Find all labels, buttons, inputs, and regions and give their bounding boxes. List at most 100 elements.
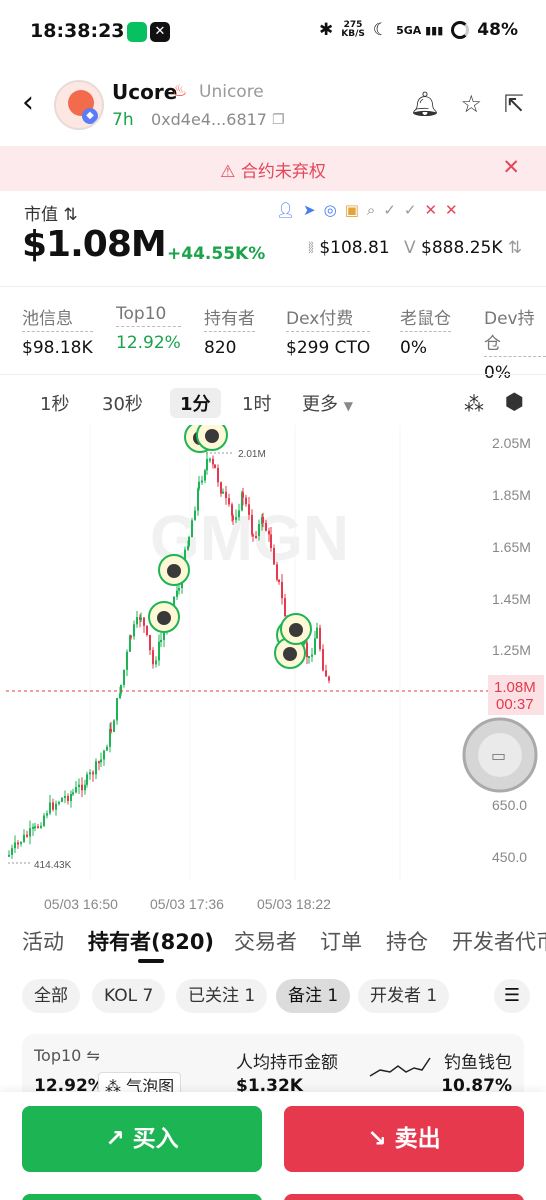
stat-rat-warehouse[interactable]: 老鼠仓 0% <box>400 304 451 358</box>
candle <box>100 759 102 763</box>
candle <box>265 522 267 531</box>
y-axis: 2.05M1.85M1.65M1.45M1.25M850.0650.0450.0 <box>492 435 531 865</box>
close-warning-icon[interactable]: ✕ <box>502 155 520 179</box>
search-icon[interactable]: ⌕ <box>367 201 375 219</box>
bluetooth-icon: ✱ <box>318 20 334 40</box>
high-label: 2.01M <box>238 449 266 460</box>
candle <box>284 598 286 617</box>
candle <box>14 842 16 849</box>
filter-kol[interactable]: KOL 7 <box>92 979 166 1013</box>
token-avatar[interactable]: ◆ <box>54 80 104 130</box>
candle <box>251 514 253 535</box>
warning-triangle-icon: ⚠ <box>220 162 236 182</box>
y-tick-label: 1.45M <box>492 591 531 607</box>
candle <box>268 530 270 535</box>
holder-filters: 全部 KOL 7 已关注 1 备注 1 开发者 1 ☰ <box>0 979 546 1015</box>
stat-dex-paid[interactable]: Dex付费 $299 CTO <box>286 304 371 358</box>
candle <box>116 697 118 721</box>
candle <box>306 642 308 658</box>
interval-1m[interactable]: 1分 <box>170 388 221 418</box>
candle <box>209 458 211 461</box>
token-address[interactable]: 0xd4e4...6817 <box>151 110 267 129</box>
share-icon[interactable]: ⇱ <box>504 90 524 118</box>
candle <box>20 841 22 844</box>
candle <box>146 625 148 635</box>
stats-row: 池信息 $98.18K Top10 12.92% 持有者 820 Dex付费 $299 … <box>0 304 546 383</box>
stat-holders[interactable]: 持有者 820 <box>204 304 255 358</box>
candle <box>26 834 28 837</box>
warning-banner: ⚠ 合约未弃权 ✕ <box>0 146 546 191</box>
tab-activity[interactable]: 活动 <box>22 926 64 956</box>
filter-followed[interactable]: 已关注 1 <box>176 979 268 1013</box>
y-tick-label: 2.05M <box>492 435 531 451</box>
tab-positions[interactable]: 持仓 <box>386 926 428 956</box>
price-chart[interactable]: GMGN 1.08M 00:37 2.01M 414.43K 2.05M1.85… <box>0 425 546 920</box>
candle <box>49 802 51 814</box>
bell-icon[interactable]: 🔔︎ <box>410 90 440 118</box>
candle <box>252 534 254 537</box>
candle <box>11 848 13 855</box>
audit-icon[interactable]: ▣ <box>345 201 359 219</box>
candle <box>126 651 128 670</box>
copy-icon[interactable]: ❐ <box>272 112 285 128</box>
candle <box>204 470 206 481</box>
tab-holders[interactable]: 持有者(820) <box>88 926 214 956</box>
bubbles-icon[interactable]: ⁂ <box>464 392 484 416</box>
stat-dev-holding[interactable]: Dev持仓 0% <box>484 304 546 383</box>
candle <box>278 579 280 582</box>
sell-button[interactable]: ↘ 卖出 <box>284 1106 524 1172</box>
tab-traders[interactable]: 交易者 <box>234 926 297 956</box>
tab-orders[interactable]: 订单 <box>320 926 362 956</box>
stat-pool[interactable]: 池信息 $98.18K <box>22 304 93 358</box>
telegram-icon[interactable]: ➤ <box>303 201 316 219</box>
filter-settings-icon[interactable]: ☰ <box>494 979 530 1013</box>
candle <box>238 510 240 518</box>
candle <box>32 826 34 829</box>
interval-30s[interactable]: 30秒 <box>102 390 143 416</box>
divider <box>0 374 546 375</box>
candle <box>37 826 39 829</box>
candle <box>29 828 31 837</box>
star-icon[interactable]: ☆ <box>460 90 482 118</box>
top10-label[interactable]: Top10 ⇋ <box>34 1046 100 1065</box>
quick-sell-button[interactable] <box>284 1194 524 1200</box>
user-icon[interactable]: 👤︎ <box>276 201 295 219</box>
candle <box>232 515 234 520</box>
cross-icon: ✕ <box>424 201 438 219</box>
interval-1s[interactable]: 1秒 <box>40 390 69 416</box>
candle <box>23 834 25 842</box>
website-icon[interactable]: ◎ <box>324 201 337 219</box>
quick-buy-button[interactable] <box>22 1194 262 1200</box>
filter-dev[interactable]: 开发者 1 <box>358 979 450 1013</box>
stat-top10[interactable]: Top10 12.92% <box>116 304 181 353</box>
candle <box>270 534 272 549</box>
candle <box>52 802 54 810</box>
x-app-icon: ✕ <box>150 22 170 42</box>
active-tab-indicator <box>138 959 164 963</box>
candle <box>235 517 237 520</box>
y-tick-label: 1.85M <box>492 487 531 503</box>
tab-dev-tokens[interactable]: 开发者代币 <box>452 926 546 956</box>
back-icon[interactable]: ‹ <box>22 88 34 118</box>
candle <box>143 617 145 626</box>
filter-all[interactable]: 全部 <box>22 979 80 1013</box>
interval-more[interactable]: 更多 ▼ <box>302 390 353 416</box>
candle <box>206 459 208 471</box>
trader-avatar-icon <box>205 429 219 443</box>
y-tick-label: 450.0 <box>492 849 527 865</box>
filter-notes[interactable]: 备注 1 <box>276 979 351 1013</box>
token-header: ‹ ◆ Ucore ♨ Unicore 7h 0xd4e4...6817 ❐ 🔔… <box>0 70 546 140</box>
interval-1h[interactable]: 1时 <box>242 390 271 416</box>
candle <box>222 491 224 494</box>
liquidity-icon: ⧚ <box>308 238 314 258</box>
candle <box>67 795 69 801</box>
trader-avatar-icon <box>157 611 171 625</box>
x-tick-label: 05/03 17:36 <box>150 896 224 912</box>
buy-button[interactable]: ↗ 买入 <box>22 1106 262 1172</box>
candle <box>328 676 330 681</box>
candle <box>308 656 310 659</box>
arrow-down-right-icon: ↘ <box>367 1126 387 1152</box>
candle <box>191 520 193 538</box>
market-cap-label[interactable]: 市值 ⇅ <box>24 200 78 225</box>
settings-icon[interactable]: ⬢ <box>505 390 524 415</box>
